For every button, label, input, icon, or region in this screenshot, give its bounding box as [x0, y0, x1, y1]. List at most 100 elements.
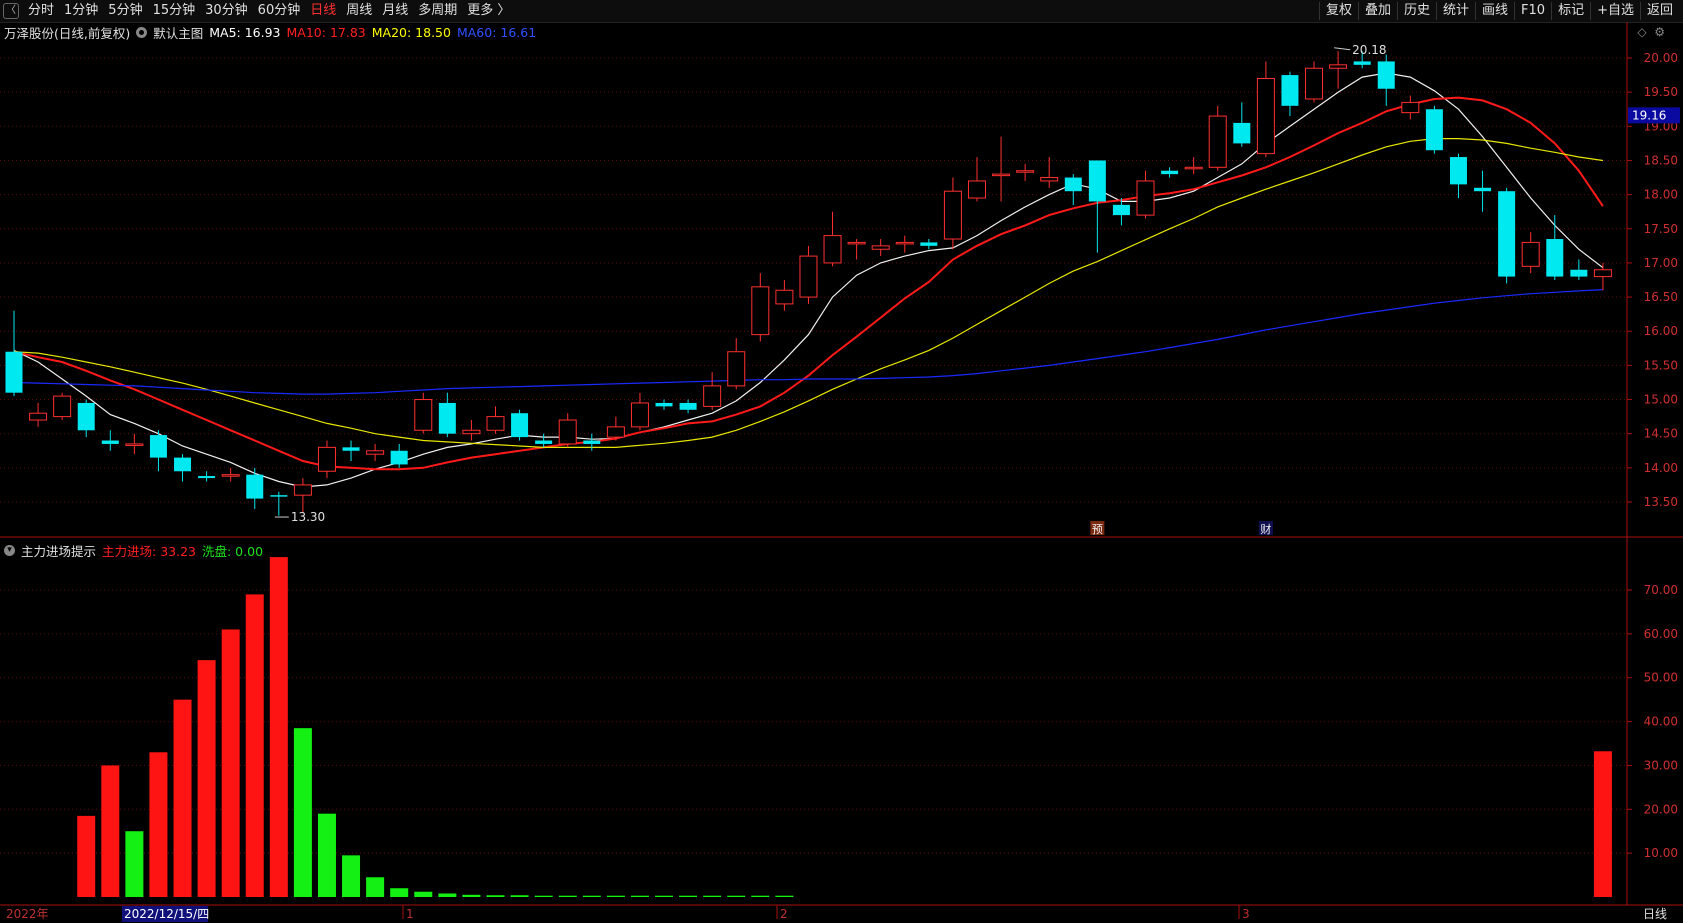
candle-up [775, 289, 794, 305]
candle-down [1474, 187, 1492, 192]
candle-down [149, 435, 167, 458]
y-tick-label: 40.00 [1644, 715, 1678, 729]
wash-bar [293, 728, 312, 897]
candle-up [293, 484, 312, 496]
y-tick-label: 16.00 [1644, 324, 1678, 338]
y-tick-label: 17.50 [1644, 222, 1678, 236]
candle-up [1521, 241, 1540, 267]
wash-bar [342, 855, 361, 897]
candle-up [221, 474, 240, 477]
candle-down [655, 402, 673, 407]
y-tick-label: 15.50 [1644, 358, 1678, 372]
y-tick-label: 15.00 [1644, 393, 1678, 407]
candle-up [29, 412, 48, 421]
y-tick-label: 19.50 [1644, 85, 1678, 99]
wash-bar [366, 877, 385, 897]
candle-up [366, 450, 385, 455]
main-force-bar [149, 752, 168, 897]
candle-down [1161, 170, 1179, 175]
current-price-label: 19.16 [1632, 108, 1666, 122]
wash-bar [655, 895, 674, 897]
candle-up [414, 399, 433, 431]
x-axis-label: 2022年 [6, 907, 49, 921]
main-force-bar [77, 815, 96, 897]
stock-chart[interactable]: 13.50 14.00 14.50 15.00 15.50 16.00 16.50 17.00… [0, 0, 1683, 923]
candle-down [1064, 177, 1082, 192]
main-force-bar [269, 557, 288, 897]
high-pointer [1334, 47, 1351, 51]
x-axis-label: 2 [780, 907, 788, 921]
candle-down [101, 440, 119, 444]
y-tick-label: 30.00 [1644, 758, 1678, 772]
wash-bar [510, 895, 529, 897]
candle-down [1546, 239, 1564, 277]
candle-down [1353, 61, 1371, 65]
main-force-bar [101, 765, 120, 897]
candle-up [1040, 177, 1059, 182]
candle-down [1498, 191, 1516, 277]
candle-up [558, 419, 577, 445]
candle-up [606, 426, 625, 438]
low-price-label: 13.30 [291, 510, 325, 524]
candle-down [390, 450, 408, 465]
y-tick-label: 18.50 [1644, 153, 1678, 167]
wash-bar [582, 895, 601, 897]
y-tick-label: 14.00 [1644, 461, 1678, 475]
y-tick-label: 20.00 [1644, 51, 1678, 65]
candle-down [1449, 157, 1467, 185]
candle-up [1208, 115, 1227, 168]
wash-bar [462, 894, 481, 897]
wash-bar [390, 888, 409, 897]
wash-bar [317, 813, 336, 897]
y-tick-label: 10.00 [1644, 846, 1678, 860]
candle-down [342, 447, 360, 451]
wash-bar [751, 895, 770, 897]
candle-up [1593, 269, 1612, 278]
main-force-bar [245, 594, 264, 897]
candle-down [77, 402, 95, 431]
candle-up [847, 241, 866, 245]
candle-up [751, 286, 770, 336]
candle-up [895, 241, 914, 245]
x-axis-date-cursor: 2022/12/15/四 [124, 907, 209, 921]
candle-up [1256, 77, 1275, 155]
period-label: 日线 [1643, 907, 1667, 921]
candle-up [871, 245, 890, 250]
candle-up [1184, 166, 1203, 170]
candle-down [1425, 109, 1443, 151]
candle-up [317, 446, 336, 472]
candle-up [967, 180, 986, 199]
wash-bar [630, 895, 649, 897]
y-tick-label: 70.00 [1644, 583, 1678, 597]
candle-up [462, 429, 481, 435]
x-axis-label: 1 [406, 907, 414, 921]
candle-down [1088, 160, 1106, 202]
candle-up [992, 173, 1011, 177]
event-marker: 财 [1260, 522, 1271, 536]
candle-up [486, 416, 505, 431]
candle-up [799, 255, 818, 298]
candle-up [703, 385, 722, 407]
candle-up [1136, 180, 1155, 216]
candle-down [5, 351, 23, 393]
candle-down [1377, 61, 1395, 89]
candle-up [630, 402, 649, 428]
candle-up [53, 395, 72, 418]
candle-down [246, 474, 264, 499]
wash-bar [534, 895, 553, 897]
candle-up [125, 443, 144, 446]
high-price-label: 20.18 [1352, 43, 1386, 57]
y-tick-label: 50.00 [1644, 671, 1678, 685]
main-force-bar [173, 699, 192, 897]
main-force-bar [197, 660, 216, 897]
y-tick-label: 60.00 [1644, 627, 1678, 641]
candle-up [1305, 67, 1324, 100]
candle-down [438, 402, 456, 434]
candle-down [174, 457, 192, 472]
candle-down [535, 440, 553, 444]
candle-up [1401, 101, 1420, 114]
wash-bar [486, 895, 505, 897]
y-tick-label: 14.50 [1644, 427, 1678, 441]
y-tick-label: 16.50 [1644, 290, 1678, 304]
candle-up [823, 235, 842, 264]
